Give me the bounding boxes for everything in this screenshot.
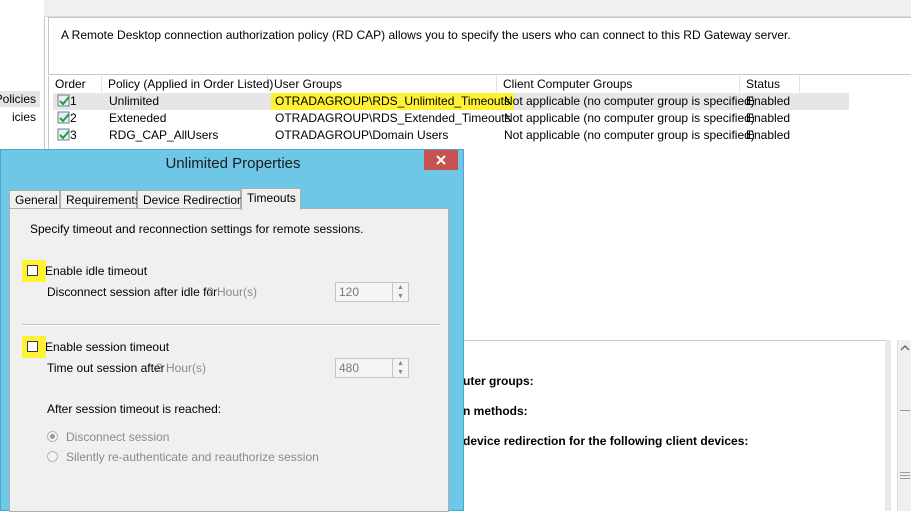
table-row[interactable]: 2 Exteneded OTRADAGROUP\RDS_Extended_Tim…: [53, 110, 849, 127]
separator: [22, 324, 440, 326]
nav-item-policies[interactable]: Policies: [0, 91, 40, 107]
session-minutes-value: 480: [339, 361, 360, 375]
cell-client-groups: Not applicable (no computer group is spe…: [504, 128, 755, 142]
scroll-up-icon[interactable]: [898, 342, 911, 354]
description-panel: A Remote Desktop connection authorizatio…: [48, 17, 911, 75]
cell-order: 1: [70, 94, 77, 108]
session-timeout-label: Enable session timeout: [45, 340, 170, 354]
top-strip: [44, 0, 911, 17]
cell-order: 3: [70, 128, 77, 142]
tab-device-redirection[interactable]: Device Redirection: [137, 190, 244, 208]
cell-client-groups: Not applicable (no computer group is spe…: [504, 94, 755, 108]
tab-general[interactable]: General: [9, 190, 60, 208]
policy-check-icon: [57, 128, 70, 141]
idle-timeout-label: Enable idle timeout: [45, 264, 148, 278]
properties-dialog: Unlimited Properties General Requirement…: [0, 149, 464, 512]
cell-policy: Exteneded: [109, 111, 167, 125]
reauthenticate-radio-label: Silently re-authenticate and reauthorize…: [66, 450, 319, 464]
table-row[interactable]: 1 Unlimited OTRADAGROUP\RDS_Unlimited_Ti…: [53, 93, 849, 110]
column-header-user-groups[interactable]: User Groups: [268, 76, 497, 92]
spin-up-icon[interactable]: ▲: [393, 359, 408, 368]
vertical-scrollbar[interactable]: [897, 340, 911, 511]
disconnect-radio-label: Disconnect session: [66, 430, 170, 444]
timeouts-panel: Specify timeout and reconnection setting…: [9, 208, 449, 512]
tab-timeouts[interactable]: Timeouts: [241, 188, 301, 210]
timeouts-intro: Specify timeout and reconnection setting…: [30, 222, 364, 236]
close-icon: [436, 155, 446, 165]
details-divider: [885, 340, 891, 511]
dialog-title: Unlimited Properties: [165, 155, 301, 172]
spin-down-icon[interactable]: ▼: [393, 368, 408, 377]
tab-requirements[interactable]: Requirements: [60, 190, 141, 208]
idle-minutes-value: 120: [339, 285, 360, 299]
idle-timeout-checkbox[interactable]: [22, 260, 46, 282]
cell-policy: Unlimited: [109, 94, 160, 108]
cell-status: Enabled: [746, 111, 791, 125]
description-text: A Remote Desktop connection authorizatio…: [61, 28, 791, 42]
session-hint: 8 Hour(s): [156, 361, 207, 375]
column-header-client-groups[interactable]: Client Computer Groups: [497, 76, 740, 92]
cell-order: 2: [70, 111, 77, 125]
session-minutes-spinner[interactable]: 480 ▲ ▼: [335, 358, 409, 378]
policy-details-pane: uter groups: n methods: device redirecti…: [463, 340, 887, 512]
cell-user-groups: OTRADAGROUP\Domain Users: [275, 128, 449, 142]
details-line-auth-methods: n methods:: [463, 404, 528, 418]
column-header-status[interactable]: Status: [740, 76, 800, 92]
spin-up-icon[interactable]: ▲: [393, 283, 408, 292]
reauthenticate-radio[interactable]: [47, 451, 58, 462]
session-field-label: Time out session after: [47, 361, 165, 375]
details-line-computer-groups: uter groups:: [463, 374, 534, 388]
close-button[interactable]: [424, 150, 458, 170]
policy-check-icon: [57, 94, 70, 107]
idle-minutes-spinner[interactable]: 120 ▲ ▼: [335, 282, 409, 302]
idle-hint: 2 Hour(s): [207, 285, 258, 299]
cell-user-groups: OTRADAGROUP\RDS_Unlimited_Timeouts: [271, 93, 514, 110]
column-header-order[interactable]: Order: [49, 76, 102, 92]
details-line-device-redirection: device redirection for the following cli…: [463, 434, 749, 448]
cell-policy: RDG_CAP_AllUsers: [109, 128, 219, 142]
table-row[interactable]: 3 RDG_CAP_AllUsers OTRADAGROUP\Domain Us…: [53, 127, 849, 144]
after-timeout-label: After session timeout is reached:: [47, 402, 222, 416]
idle-field-label: Disconnect session after idle for: [47, 285, 218, 299]
cell-user-groups: OTRADAGROUP\RDS_Extended_Timeouts: [275, 111, 511, 125]
disconnect-radio[interactable]: [47, 431, 58, 442]
session-timeout-checkbox[interactable]: [22, 336, 46, 358]
cell-status: Enabled: [746, 94, 791, 108]
spin-down-icon[interactable]: ▼: [393, 292, 408, 301]
policy-check-icon: [57, 111, 70, 124]
cell-client-groups: Not applicable (no computer group is spe…: [504, 111, 755, 125]
cell-status: Enabled: [746, 128, 791, 142]
column-header-policy[interactable]: Policy (Applied in Order Listed): [102, 76, 273, 92]
left-navigation-pane: Policies icies: [0, 0, 45, 150]
nav-item-policies-2[interactable]: icies: [0, 109, 40, 125]
